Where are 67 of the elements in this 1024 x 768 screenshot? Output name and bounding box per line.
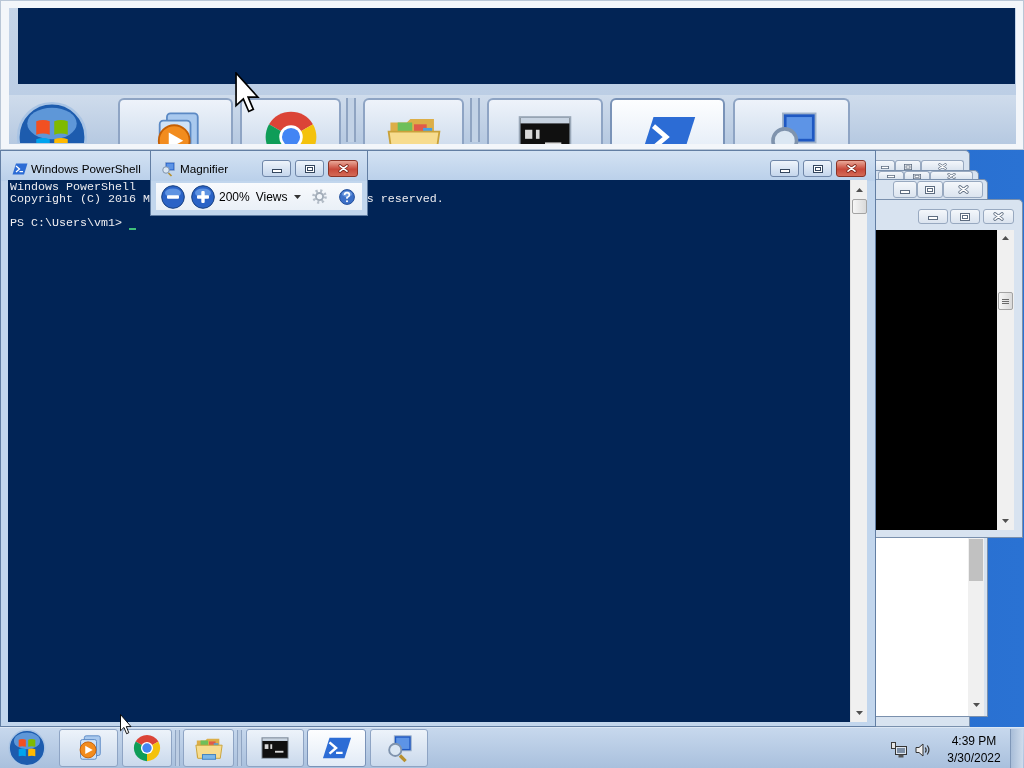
maximize-icon [812, 164, 823, 173]
minimize-button[interactable] [918, 209, 948, 224]
mouse-pointer-icon [235, 72, 260, 114]
maximize-icon [304, 164, 315, 173]
taskbar-grip [175, 730, 180, 766]
views-dropdown[interactable]: Views [255, 189, 301, 204]
console-text: Copyright (C) 2016 M [10, 193, 150, 205]
magnified-taskbar-grip [346, 98, 356, 142]
magnified-taskbar-grip [470, 98, 480, 142]
clock-time: 4:39 PM [951, 733, 997, 750]
help-button[interactable] [338, 188, 355, 205]
settings-icon [311, 189, 327, 204]
clock-date: 3/30/2022 [947, 750, 1001, 767]
maximize-icon [904, 163, 912, 170]
close-button[interactable] [836, 160, 866, 177]
scrollbar-thumb[interactable] [998, 292, 1013, 310]
scroll-down-icon[interactable] [855, 711, 863, 715]
minimize-icon [779, 169, 790, 173]
zoom-level: 200% [219, 189, 250, 204]
zoom-in-icon [191, 184, 215, 209]
start-button[interactable] [8, 729, 46, 767]
window-title: Windows PowerShell [31, 161, 141, 177]
close-icon [845, 164, 857, 173]
console-text: Windows PowerShell [10, 181, 136, 193]
console-prompt: PS C:\Users\vm1> [10, 217, 122, 229]
minimize-icon [900, 190, 910, 194]
minimize-button[interactable] [262, 160, 291, 177]
browser-icon [132, 733, 162, 763]
close-button[interactable] [983, 209, 1014, 224]
maximize-icon [960, 212, 970, 221]
minimize-button[interactable] [893, 181, 917, 198]
maximize-icon [925, 185, 935, 194]
maximize-icon [913, 173, 921, 179]
scroll-up-icon[interactable] [1002, 236, 1009, 240]
mouse-pointer-icon [120, 714, 132, 735]
close-icon [957, 185, 969, 194]
scroll-up-icon[interactable] [855, 188, 863, 192]
taskbar-button[interactable] [246, 729, 304, 767]
close-icon [337, 164, 349, 173]
help-icon [338, 188, 355, 205]
taskbar-grip [237, 730, 242, 766]
maximize-button[interactable] [803, 160, 832, 177]
console-text: s reserved. [366, 193, 444, 205]
scroll-down-icon[interactable] [1002, 519, 1009, 523]
start-orb-icon [8, 729, 46, 767]
minimize-icon [271, 169, 282, 173]
close-icon [993, 212, 1004, 221]
shell-prompt-icon [12, 161, 28, 177]
text-cursor-icon [128, 228, 136, 230]
zoom-in-button[interactable] [191, 184, 215, 209]
maximize-button[interactable] [917, 181, 943, 198]
zoom-out-icon [161, 184, 185, 209]
zoom-out-button[interactable] [161, 184, 185, 209]
scrollbar-thumb[interactable] [969, 539, 983, 581]
scroll-down-icon[interactable] [972, 703, 980, 707]
maximize-button[interactable] [295, 160, 324, 177]
network-icon[interactable] [891, 742, 907, 758]
scrollbar-thumb[interactable] [851, 199, 867, 214]
window-title: Magnifier [180, 161, 229, 177]
caret-icon [293, 194, 301, 199]
close-button[interactable] [328, 160, 358, 177]
minimize-icon [928, 216, 938, 220]
volume-icon[interactable] [915, 742, 931, 758]
magnifier-monitor-icon [160, 161, 176, 177]
minimize-button[interactable] [770, 160, 799, 177]
maximize-button[interactable] [950, 209, 980, 224]
grip-lines-icon [1002, 298, 1009, 304]
